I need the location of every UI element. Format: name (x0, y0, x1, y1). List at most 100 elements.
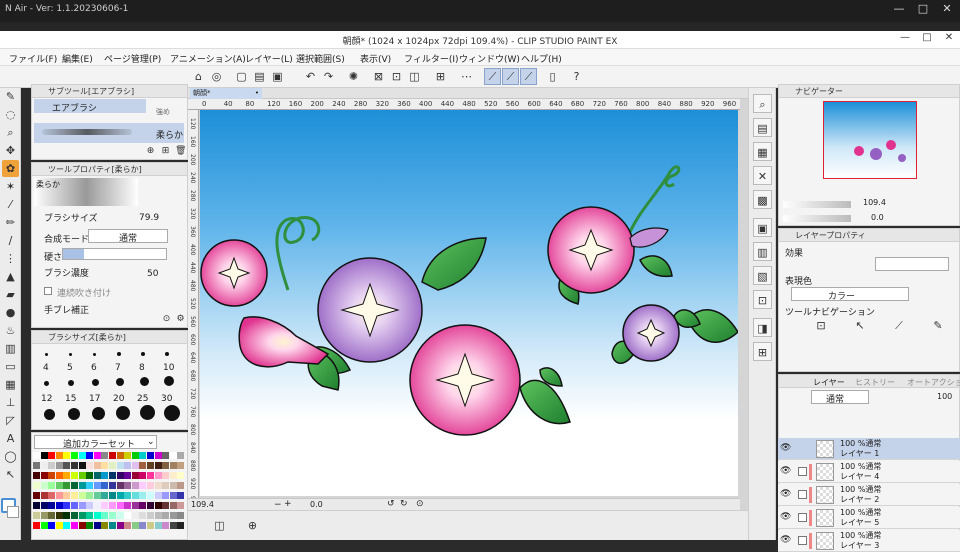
outer-minimize-button[interactable]: — (888, 2, 910, 20)
color-swatch[interactable] (139, 472, 147, 479)
color-swatch[interactable] (139, 512, 147, 519)
zoom-in-button[interactable]: + (284, 499, 292, 509)
balloon-tool-icon[interactable]: ◯ (2, 448, 19, 465)
color-swatch[interactable] (48, 512, 56, 519)
color-swatch[interactable] (93, 492, 101, 499)
blend-mode-select[interactable]: 通常 (88, 229, 168, 244)
color-swatch[interactable] (101, 502, 109, 509)
app-minimize-button[interactable]: — (895, 32, 915, 48)
sub-tool-item-soft[interactable]: 柔らか (34, 123, 184, 143)
color-swatch[interactable] (154, 512, 162, 519)
eye-icon[interactable]: 👁 (780, 466, 791, 476)
color-swatch[interactable] (154, 502, 162, 509)
outer-maximize-button[interactable]: □ (912, 2, 934, 20)
crop-icon[interactable]: ⊡ (388, 68, 405, 85)
color-swatch[interactable] (162, 492, 170, 499)
color-swatch[interactable] (131, 472, 139, 479)
ruler-tool-icon[interactable]: ⊥ (2, 394, 19, 411)
color-swatch[interactable] (33, 482, 40, 489)
gradient-tool-icon[interactable]: ▥ (2, 340, 19, 357)
color-swatch[interactable] (55, 452, 63, 459)
save-file-icon[interactable]: ▣ (269, 68, 286, 85)
color-swatch[interactable] (131, 512, 139, 519)
color-set-select[interactable]: 追加カラーセット ⌄ (34, 435, 157, 450)
panel-icon[interactable]: ⊞ (753, 342, 772, 361)
rotate-right-icon[interactable]: ↻ (400, 499, 408, 509)
ruler2-tool-icon[interactable]: ◸ (2, 412, 19, 429)
color-swatch[interactable] (78, 522, 86, 529)
color-swatch[interactable] (48, 462, 56, 469)
color-swatch[interactable] (154, 482, 162, 489)
fill-tool-icon[interactable]: ♨ (2, 322, 19, 339)
brush-size-value[interactable]: 79.9 (139, 213, 159, 223)
pencil-tool-icon[interactable]: ✏ (2, 214, 19, 231)
app-maximize-button[interactable]: □ (917, 32, 937, 48)
auto-select-icon[interactable]: ✶ (2, 178, 19, 195)
color-swatch[interactable] (101, 492, 109, 499)
new-subtool-icon[interactable]: ⊞ (159, 145, 172, 158)
color-swatch[interactable] (124, 492, 132, 499)
color-swatch[interactable] (177, 522, 185, 529)
angle-slider[interactable] (783, 215, 851, 222)
panel-icon[interactable]: ▣ (753, 218, 772, 237)
color-swatch[interactable] (71, 492, 78, 499)
color-swatch[interactable] (63, 512, 71, 519)
deselect-icon[interactable]: ⊠ (370, 68, 387, 85)
color-swatch[interactable] (86, 502, 94, 509)
brush-size-option[interactable]: 7 (115, 363, 121, 373)
eyedropper-icon[interactable]: ⁄ (2, 196, 19, 213)
invert-selection-icon[interactable]: ◫ (406, 68, 423, 85)
color-swatch[interactable] (101, 452, 109, 459)
color-swatch[interactable] (48, 502, 56, 509)
color-swatch[interactable] (93, 472, 101, 479)
tool-nav-button[interactable]: ⊡ (803, 317, 839, 334)
color-swatch[interactable] (154, 452, 162, 459)
color-swatch[interactable] (55, 502, 63, 509)
sub-tool-item-top[interactable]: 強め (156, 107, 170, 117)
color-swatch[interactable] (86, 452, 94, 459)
panel-icon[interactable]: ✕ (753, 166, 772, 185)
color-swatch[interactable] (169, 492, 177, 499)
color-swatch[interactable] (177, 512, 185, 519)
navigator-thumbnail[interactable] (823, 101, 917, 179)
undo-icon[interactable]: ↶ (302, 68, 319, 85)
zoom-slider[interactable] (783, 201, 851, 208)
color-swatch[interactable] (48, 482, 56, 489)
color-swatch[interactable] (71, 482, 78, 489)
layer-checkbox[interactable] (798, 513, 807, 522)
color-swatch[interactable] (40, 492, 48, 499)
color-swatch[interactable] (147, 492, 154, 499)
color-swatch[interactable] (71, 502, 78, 509)
layer-opacity-value[interactable]: 100 (937, 392, 952, 401)
canvas-tab[interactable]: 朝顔* • (190, 88, 262, 99)
color-swatch[interactable] (147, 522, 154, 529)
color-swatch[interactable] (86, 522, 94, 529)
density-value[interactable]: 50 (147, 269, 158, 279)
color-swatch[interactable] (169, 522, 177, 529)
color-swatch[interactable] (78, 452, 86, 459)
color-swatch[interactable] (40, 472, 48, 479)
color-swatch[interactable] (78, 482, 86, 489)
color-swatch[interactable] (169, 452, 177, 459)
home-icon[interactable]: ⌂ (190, 68, 207, 85)
color-swatch[interactable] (154, 472, 162, 479)
color-swatch[interactable] (147, 502, 154, 509)
color-swatch[interactable] (177, 452, 185, 459)
menu-edit[interactable]: 編集(E) (62, 52, 93, 65)
color-swatch[interactable] (78, 462, 86, 469)
canvas-zoom-value[interactable]: 109.4 (191, 500, 214, 509)
color-swatch[interactable] (63, 472, 71, 479)
color-swatch[interactable] (33, 492, 40, 499)
color-swatch[interactable] (154, 492, 162, 499)
brush-size-option[interactable]: 30 (161, 394, 172, 404)
color-swatch[interactable] (93, 452, 101, 459)
color-swatch[interactable] (177, 492, 185, 499)
menu-window[interactable]: ウィンドウ(W) (459, 52, 520, 65)
color-swatch[interactable] (86, 492, 94, 499)
layout-icon[interactable]: ◫ (211, 517, 228, 534)
color-swatch[interactable] (63, 522, 71, 529)
layer-row[interactable]: 👁 100 %通常 レイヤー 1 (778, 438, 960, 460)
menu-page[interactable]: ページ管理(P) (104, 52, 161, 65)
menu-animation[interactable]: アニメーション(A) (170, 52, 246, 65)
brush-size-option[interactable]: 5 (67, 363, 73, 373)
